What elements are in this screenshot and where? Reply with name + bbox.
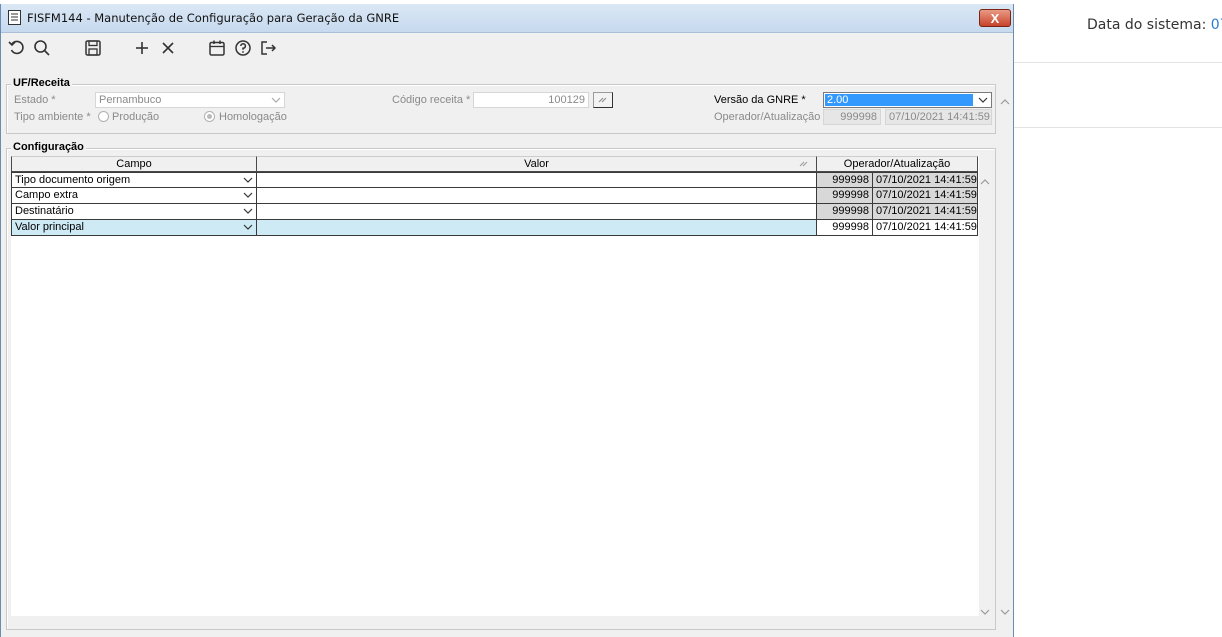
window-title: FISFM144 - Manutenção de Configuração pa… [27,11,400,25]
header-valor[interactable]: Valor [257,156,817,172]
atualizacao-value: 07/10/2021 14:41:59 [889,111,990,123]
cell-campo[interactable]: Tipo documento origem [11,172,257,188]
lookup-icon[interactable] [798,160,810,168]
lookup-icon [598,97,607,103]
cell-data: 07/10/2021 14:41:59 [873,172,978,188]
grid-scroll-up-icon[interactable] [980,178,990,186]
table-row-selected[interactable]: Valor principal 999998 07/10/2021 14:41:… [11,220,979,236]
configuracao-title: Configuração [11,141,86,153]
cell-campo-text: Tipo documento origem [15,174,131,186]
cell-campo[interactable]: Destinatário [11,204,257,220]
calendar-icon[interactable] [207,38,227,58]
cell-valor[interactable] [257,220,817,236]
close-icon: X [990,11,1000,26]
table-row[interactable]: Destinatário 999998 07/10/2021 14:41:59 [11,204,979,220]
chevron-down-icon[interactable] [243,207,253,215]
versao-gnre-select[interactable]: 2.00 [823,92,992,108]
exit-icon[interactable] [258,38,278,58]
operador-label: Operador/Atualização [714,111,821,123]
atualizacao-field: 07/10/2021 14:41:59 [885,109,992,125]
cell-operador: 999998 [817,220,873,236]
close-button[interactable]: X [979,9,1011,27]
codigo-receita-label: Código receita * [392,94,471,106]
toolbar [1,33,1013,61]
codigo-receita-input[interactable]: 100129 [473,92,589,108]
header-operador[interactable]: Operador/Atualização [817,156,978,172]
divider [1014,62,1222,63]
system-date-label: Data do sistema: [1087,17,1207,33]
table-row[interactable]: Campo extra 999998 07/10/2021 14:41:59 [11,188,979,204]
cell-operador: 999998 [817,204,873,220]
operador-field: 999998 [823,109,881,125]
help-icon[interactable] [233,38,253,58]
codigo-receita-value: 100129 [548,94,585,106]
cell-campo-text: Campo extra [15,189,78,201]
chevron-down-icon[interactable] [243,176,253,184]
codigo-lookup-button[interactable] [593,92,613,108]
divider [1014,127,1222,128]
estado-value: Pernambuco [99,94,162,106]
cell-valor[interactable] [257,172,817,188]
chevron-down-icon[interactable] [243,191,253,199]
cell-campo-text: Valor principal [15,221,84,233]
document-icon [8,10,21,25]
uf-receita-title: UF/Receita [11,77,72,89]
radio-producao-label: Produção [112,111,160,123]
cell-campo[interactable]: Valor principal [11,220,257,236]
scroll-down-icon[interactable] [1000,608,1010,616]
cell-data: 07/10/2021 14:41:59 [873,204,978,220]
cell-operador: 999998 [817,172,873,188]
cell-campo-text: Destinatário [15,205,74,217]
versao-gnre-label: Versão da GNRE * [714,94,806,106]
chevron-down-icon [978,97,988,103]
estado-label: Estado * [14,94,56,106]
dialog-window: FISFM144 - Manutenção de Configuração pa… [0,4,1014,637]
radio-homologacao[interactable] [204,111,215,122]
cell-data: 07/10/2021 14:41:59 [873,220,978,236]
cell-valor[interactable] [257,204,817,220]
operador-value: 999998 [840,111,877,123]
cell-valor[interactable] [257,188,817,204]
config-grid: Campo Valor Operador/Atualização Tipo do… [11,156,990,616]
radio-producao[interactable] [98,111,109,122]
delete-icon[interactable] [158,38,178,58]
grid-scroll-down-icon[interactable] [980,608,990,616]
chevron-down-icon [271,97,281,103]
estado-select[interactable]: Pernambuco [95,92,285,108]
undo-icon[interactable] [7,38,27,58]
chevron-down-icon[interactable] [243,223,253,231]
cell-operador: 999998 [817,188,873,204]
add-icon[interactable] [132,38,152,58]
cell-campo[interactable]: Campo extra [11,188,257,204]
system-date: Data do sistema: 07/ [1087,17,1222,33]
cell-data: 07/10/2021 14:41:59 [873,188,978,204]
header-valor-label: Valor [524,158,549,170]
save-icon[interactable] [83,38,103,58]
radio-homologacao-label: Homologação [219,111,287,123]
tipo-ambiente-label: Tipo ambiente * [14,111,91,123]
scroll-up-icon[interactable] [1000,98,1010,106]
versao-gnre-value: 2.00 [825,94,973,106]
table-row[interactable]: Tipo documento origem 999998 07/10/2021 … [11,172,979,188]
title-bar[interactable]: FISFM144 - Manutenção de Configuração pa… [1,4,1013,33]
header-campo[interactable]: Campo [11,156,257,172]
search-icon[interactable] [32,38,52,58]
system-date-value: 07/ [1210,17,1222,33]
